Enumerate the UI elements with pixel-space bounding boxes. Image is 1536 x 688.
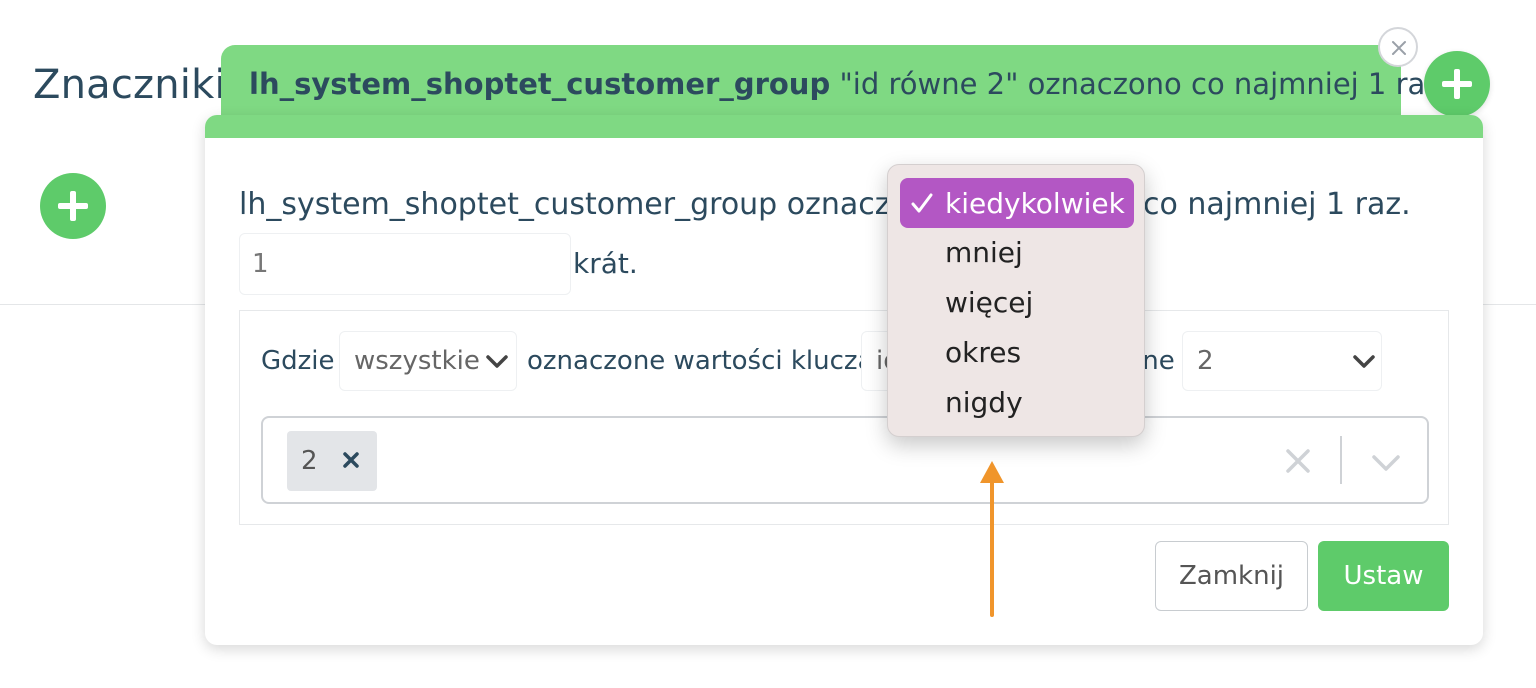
frequency-option-label: mniej [945,236,1023,269]
frequency-option-wiecej[interactable]: więcej [900,277,1134,327]
remove-chip-icon[interactable] [341,450,361,470]
frequency-option-mniej[interactable]: mniej [900,227,1134,277]
where-label: Gdzie [261,346,335,376]
tag-condition-dialog: lh_system_shoptet_customer_group oznaczo… [205,115,1483,645]
value-multiselect[interactable]: 2 [261,416,1429,504]
count-suffix: krát. [573,247,638,280]
frequency-option-nigdy[interactable]: nigdy [900,377,1134,427]
add-condition-button[interactable] [1424,51,1490,117]
close-button[interactable]: Zamknij [1155,541,1308,611]
annotation-arrow-icon [980,461,1004,617]
where-filter-box: Gdzie wszystkie oznaczone wartości klucz… [239,310,1449,525]
count-input[interactable] [239,233,571,295]
close-icon [1392,41,1406,55]
condition-sentence-suffix: co najmniej 1 raz. [1143,187,1411,222]
chevron-down-icon [486,355,508,368]
clear-all-icon[interactable] [1285,448,1311,474]
page-title: Znaczniki [33,62,226,108]
tagged-key-label: oznaczone wartości klucza [527,346,874,376]
value-select-value: 2 [1197,346,1214,376]
value-select[interactable]: 2 [1182,331,1382,391]
frequency-dropdown-menu: kiedykolwiek mniej więcej okres nigdy [887,164,1145,437]
frequency-option-label: więcej [945,286,1034,319]
plus-icon [58,191,88,221]
remove-condition-button[interactable] [1378,27,1418,67]
frequency-option-label: okres [945,336,1022,369]
chevron-down-icon[interactable] [1371,454,1401,472]
frequency-option-okres[interactable]: okres [900,327,1134,377]
add-tag-button[interactable] [40,173,106,239]
value-chip: 2 [287,431,377,491]
plus-icon [1442,69,1472,99]
chevron-down-icon [1353,355,1375,368]
frequency-option-kiedykolwiek[interactable]: kiedykolwiek [900,178,1134,228]
checkmark-icon [911,193,933,213]
indicator-separator [1340,436,1342,484]
tag-key-name: lh_system_shoptet_customer_group [249,67,831,101]
set-button[interactable]: Ustaw [1318,541,1449,611]
scope-select-value: wszystkie [354,346,480,376]
scope-select[interactable]: wszystkie [339,331,517,391]
value-chip-label: 2 [301,446,318,476]
condition-sentence-prefix: lh_system_shoptet_customer_group oznaczo… [239,187,928,222]
frequency-option-label: kiedykolwiek [945,187,1125,220]
tag-condition-text: "id równe 2" oznaczono co najmniej 1 raz [839,67,1441,101]
dialog-header-band [205,115,1483,138]
tag-condition-summary: lh_system_shoptet_customer_group "id rów… [249,67,1441,101]
frequency-option-label: nigdy [945,386,1023,419]
